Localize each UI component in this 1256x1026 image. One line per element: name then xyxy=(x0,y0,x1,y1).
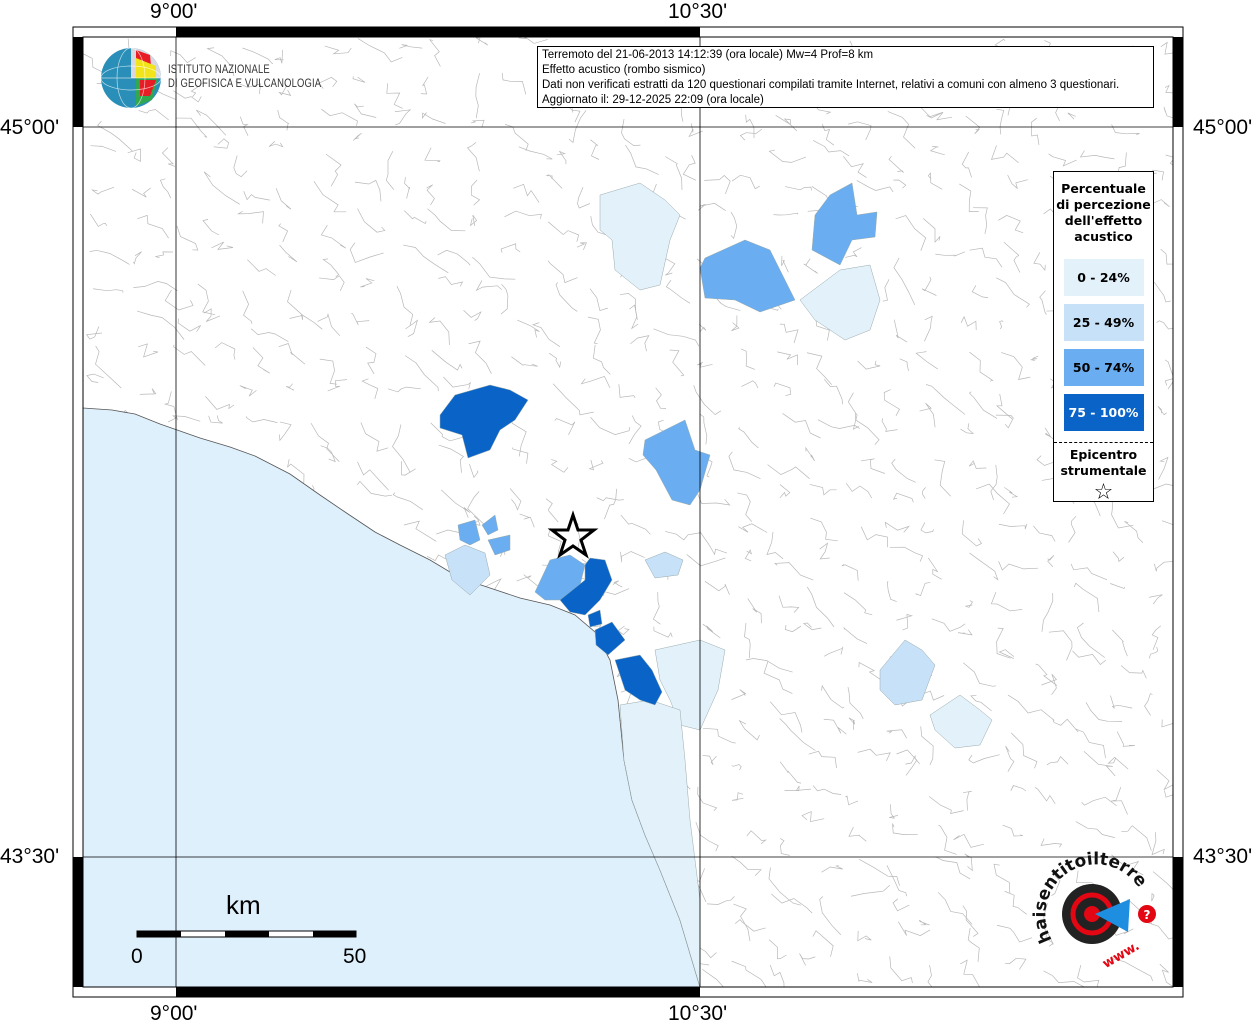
scale-end: 50 xyxy=(343,945,367,968)
updated-line: Aggiornato il: 29-12-2025 22:09 (ora loc… xyxy=(542,94,764,106)
institute-line-1: ISTITUTO NAZIONALE xyxy=(168,64,270,76)
data-note-line: Dati non verificati estratti da 120 ques… xyxy=(542,79,1120,91)
intensity-map: ? haisentitoilterremoto.it www. xyxy=(0,0,1184,998)
lon-label-bottom-1: 9°00' xyxy=(150,1002,198,1025)
event-info-box: Terremoto del 21-06-2013 14:12:39 (ora l… xyxy=(537,46,1154,108)
scale-start: 0 xyxy=(131,945,143,968)
scale-bar xyxy=(136,930,357,938)
lat-label-left-2: 43°30' xyxy=(0,845,60,868)
svg-text:?: ? xyxy=(1144,908,1151,922)
lon-label-bottom-2: 10°30' xyxy=(668,1002,728,1025)
municipality-border xyxy=(83,752,84,754)
lon-label-top-2: 10°30' xyxy=(668,0,728,23)
scale-unit: km xyxy=(226,890,261,920)
legend-class-3: 75 - 100% xyxy=(1063,394,1144,431)
lat-label-right-1: 45°00' xyxy=(1193,116,1253,139)
legend-class-2: 50 - 74% xyxy=(1063,349,1144,386)
lat-label-left-1: 45°00' xyxy=(0,116,60,139)
legend-title: Percentuale di percezione dell'effetto a… xyxy=(1056,181,1151,244)
institute-name: ISTITUTO NAZIONALE DI GEOFISICA E VULCAN… xyxy=(168,63,321,91)
event-line: Terremoto del 21-06-2013 14:12:39 (ora l… xyxy=(542,49,874,61)
effect-line: Effetto acustico (rombo sismico) xyxy=(542,64,706,76)
star-outline-icon: ☆ xyxy=(1093,480,1114,505)
legend-class-0: 0 - 24% xyxy=(1063,259,1144,296)
legend: Percentuale di percezione dell'effetto a… xyxy=(1053,171,1154,505)
legend-divider xyxy=(1054,442,1153,443)
legend-class-1: 25 - 49% xyxy=(1063,304,1144,341)
lat-label-right-2: 43°30' xyxy=(1193,845,1253,868)
epicenter-legend-label: Epicentro strumentale xyxy=(1060,447,1147,478)
lon-label-top-1: 9°00' xyxy=(150,0,198,23)
institute-line-2: DI GEOFISICA E VULCANOLOGIA xyxy=(168,78,322,90)
ingv-logo xyxy=(100,47,162,109)
